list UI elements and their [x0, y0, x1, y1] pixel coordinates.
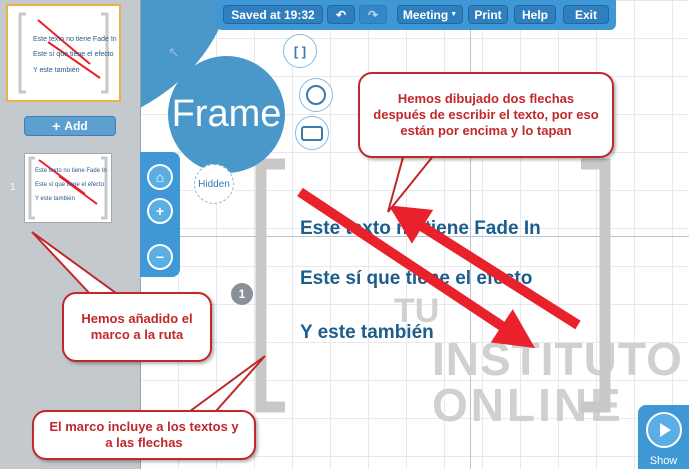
callout-arrows-note: Hemos dibujado dos flechas después de es…: [358, 72, 614, 158]
callout-pointers: [31, 149, 441, 421]
callout-frame-includes-note: El marco incluye a los textos y a las fl…: [32, 410, 256, 460]
callout-frame-added-note: Hemos añadido el marco a la ruta: [62, 292, 212, 362]
play-triangle: [660, 423, 671, 437]
play-icon: [646, 412, 682, 448]
show-label: Show: [649, 455, 678, 467]
show-button[interactable]: Show: [638, 405, 689, 469]
